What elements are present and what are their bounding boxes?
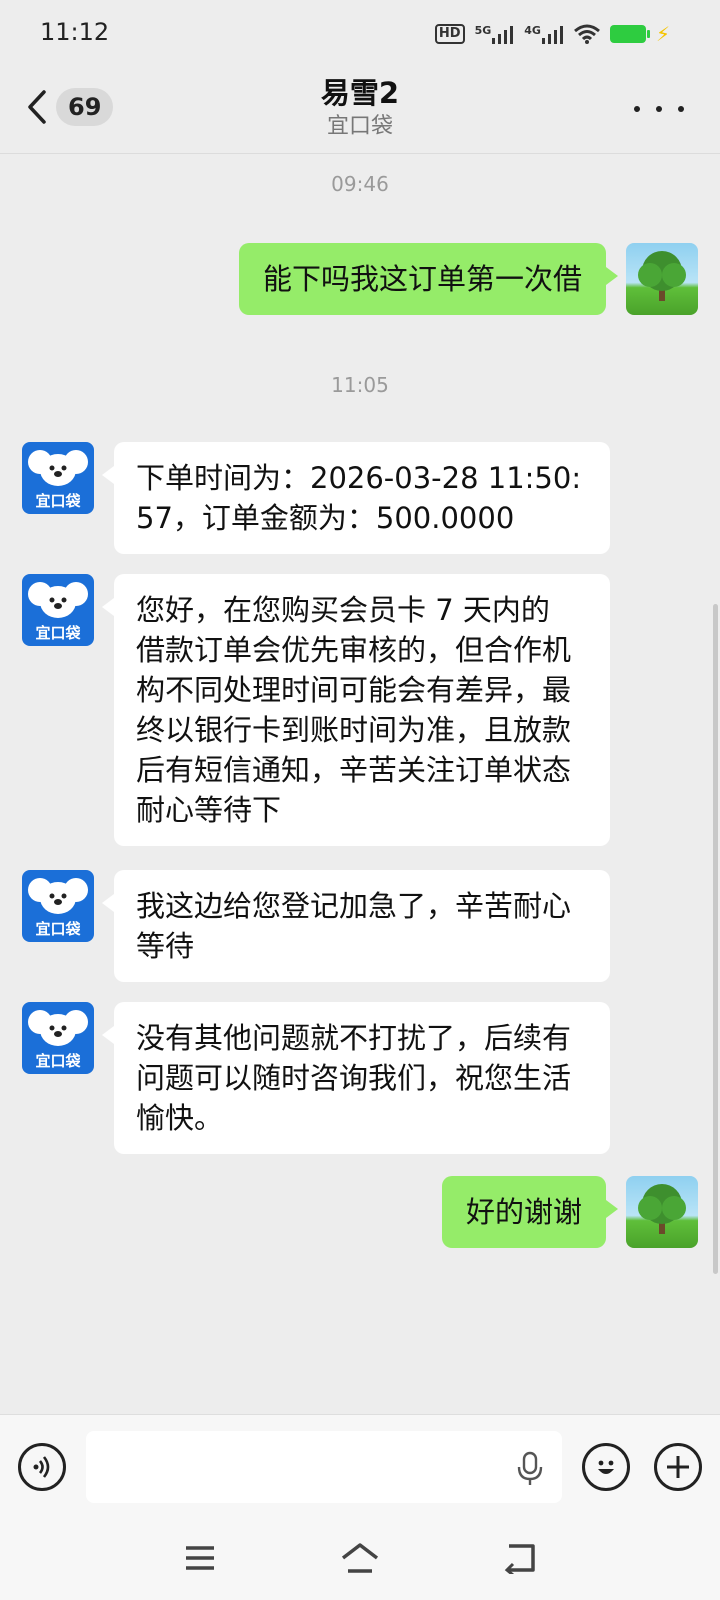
message-input[interactable] xyxy=(86,1431,562,1503)
bot-avatar-label: 宜口袋 xyxy=(35,492,81,510)
system-nav-bar xyxy=(0,1518,720,1600)
unread-count-badge[interactable]: 69 xyxy=(56,88,114,126)
chat-subtitle: 宜口袋 xyxy=(326,114,393,139)
signal-4g-icon: 4G xyxy=(524,24,564,44)
message-line: 愉快。 xyxy=(136,1101,224,1135)
message-line: 后有短信通知，辛苦关注订单状态 xyxy=(136,753,572,787)
message-line: 问题可以随时咨询我们，祝您生活 xyxy=(136,1061,572,1095)
net-label-4g: 4G xyxy=(524,24,541,37)
signal-5g-icon: 5G xyxy=(475,24,515,44)
back-icon[interactable] xyxy=(498,1538,542,1578)
title-block: 易雪2 宜口袋 xyxy=(160,74,560,142)
user-avatar[interactable] xyxy=(626,1176,698,1248)
bot-avatar[interactable]: 宜口袋 xyxy=(22,574,94,646)
outgoing-message[interactable]: 好的谢谢 xyxy=(441,1176,619,1248)
more-dots-icon[interactable] xyxy=(634,94,684,124)
message-line: 终以银行卡到账时间为准，且放款 xyxy=(136,713,572,747)
voice-icon[interactable] xyxy=(18,1443,66,1491)
microphone-icon[interactable] xyxy=(516,1451,544,1487)
message-line: 下单时间为：2026-03-28 11:50: xyxy=(136,461,582,495)
message-line: 构不同处理时间可能会有差异，最 xyxy=(136,673,572,707)
bot-avatar[interactable]: 宜口袋 xyxy=(22,870,94,942)
bot-avatar[interactable]: 宜口袋 xyxy=(22,442,94,514)
back-button[interactable]: 69 xyxy=(22,84,114,130)
bot-avatar-label: 宜口袋 xyxy=(35,1052,81,1070)
chat-header: 69 易雪2 宜口袋 xyxy=(0,66,720,154)
message-line: 我这边给您登记加急了，辛苦耐心 xyxy=(136,889,572,923)
outgoing-message[interactable]: 能下吗我这订单第一次借 xyxy=(238,243,619,315)
incoming-message[interactable]: 您好，在您购买会员卡 7 天内的 借款订单会优先审核的，但合作机 构不同处理时间… xyxy=(102,574,610,846)
chat-title: 易雪2 xyxy=(320,76,400,110)
chevron-left-icon[interactable] xyxy=(22,84,52,130)
incoming-message[interactable]: 没有其他问题就不打扰了，后续有 问题可以随时咨询我们，祝您生活 愉快。 xyxy=(102,1002,610,1154)
home-icon[interactable] xyxy=(338,1538,382,1578)
status-icons: HD 5G 4G ⚡ xyxy=(434,20,670,48)
message-timestamp: 11:05 xyxy=(331,373,389,397)
emoji-icon[interactable] xyxy=(582,1443,630,1491)
status-bar: 11:12 HD 5G 4G ⚡ xyxy=(0,0,720,66)
input-bar xyxy=(0,1414,720,1518)
bot-avatar-label: 宜口袋 xyxy=(35,920,81,938)
net-label-5g: 5G xyxy=(474,24,492,37)
message-line: 等待 xyxy=(136,929,195,963)
plus-icon[interactable] xyxy=(654,1443,702,1491)
scrollbar[interactable] xyxy=(713,604,718,1274)
charging-icon: ⚡ xyxy=(655,22,670,46)
message-line: 借款订单会优先审核的，但合作机 xyxy=(136,633,572,667)
message-line: 没有其他问题就不打扰了，后续有 xyxy=(136,1021,572,1055)
status-time: 11:12 xyxy=(40,18,110,46)
menu-icon[interactable] xyxy=(178,1538,222,1578)
bot-avatar[interactable]: 宜口袋 xyxy=(22,1002,94,1074)
message-line: 耐心等待下 xyxy=(136,793,282,827)
message-line: 您好，在您购买会员卡 7 天内的 xyxy=(136,593,550,627)
battery-icon xyxy=(609,25,650,43)
wifi-icon xyxy=(573,24,600,44)
user-avatar[interactable] xyxy=(626,243,698,315)
message-timestamp: 09:46 xyxy=(331,172,389,196)
incoming-message[interactable]: 我这边给您登记加急了，辛苦耐心 等待 xyxy=(102,870,610,982)
incoming-message[interactable]: 下单时间为：2026-03-28 11:50: 57，订单金额为：500.000… xyxy=(102,442,610,554)
hd-icon: HD xyxy=(434,24,465,44)
bot-avatar-label: 宜口袋 xyxy=(35,624,81,642)
message-line: 57，订单金额为：500.0000 xyxy=(136,501,515,535)
